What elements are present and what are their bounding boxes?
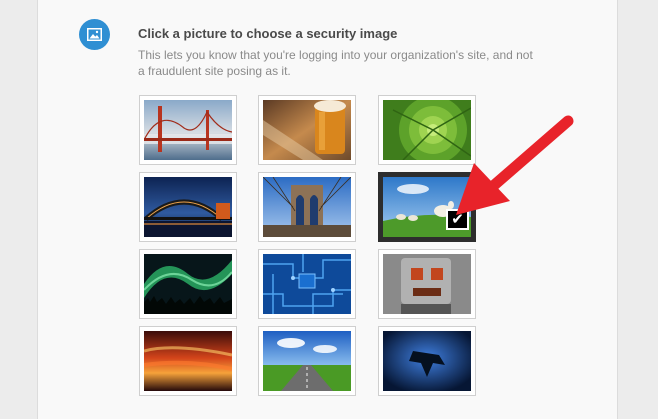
red-arrow-pointer [456, 115, 574, 215]
beer-glass-photo [263, 100, 351, 160]
robot-toy-photo [383, 254, 471, 314]
section-title: Click a picture to choose a security ima… [138, 26, 398, 41]
aurora-lights-photo [144, 254, 232, 314]
security-image-harbour-bridge-night[interactable] [139, 172, 237, 242]
security-image-open-road[interactable] [258, 326, 356, 396]
security-image-robot-toy[interactable] [378, 249, 476, 319]
security-image-brooklyn-bridge[interactable] [258, 172, 356, 242]
security-image-aurora-lights[interactable] [139, 249, 237, 319]
harbour-bridge-night-photo [144, 177, 232, 237]
section-description: This lets you know that you're logging i… [138, 48, 533, 78]
brooklyn-bridge-photo [263, 177, 351, 237]
image-icon [79, 19, 110, 50]
manta-ray-photo [383, 331, 471, 391]
security-image-beer-glass[interactable] [258, 95, 356, 165]
security-image-golden-gate-bridge[interactable] [139, 95, 237, 165]
circuit-board-photo [263, 254, 351, 314]
red-sunset-sky-photo [144, 331, 232, 391]
security-image-circuit-board[interactable] [258, 249, 356, 319]
security-image-red-sunset-sky[interactable] [139, 326, 237, 396]
golden-gate-bridge-photo [144, 100, 232, 160]
open-road-photo [263, 331, 351, 391]
security-image-manta-ray[interactable] [378, 326, 476, 396]
